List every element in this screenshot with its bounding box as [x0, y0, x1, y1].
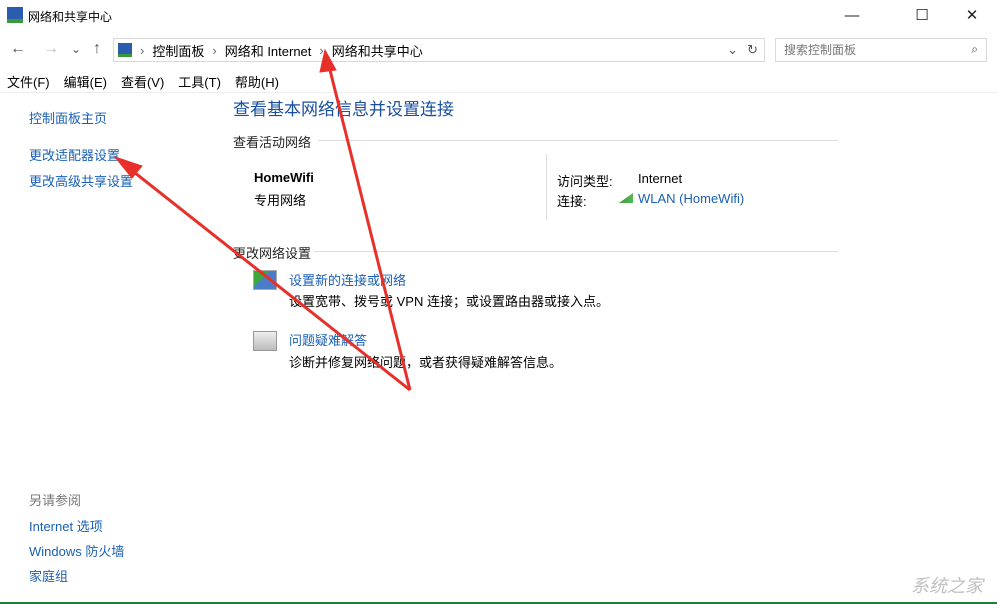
watermark: 系统之家	[911, 576, 983, 596]
arrow-to-adapter-settings	[124, 163, 411, 392]
annotation-arrows	[113, 48, 412, 392]
arrowhead-icon	[319, 48, 337, 73]
arrow-to-address-bar	[326, 61, 412, 391]
